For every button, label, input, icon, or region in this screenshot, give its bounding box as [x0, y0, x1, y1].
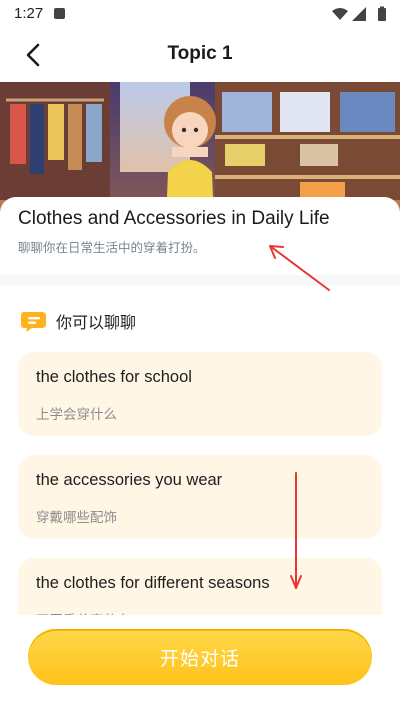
start-conversation-button[interactable]: 开始对话: [28, 629, 372, 685]
suggestions-header: 你可以聊聊: [20, 308, 136, 334]
status-icons: [332, 6, 386, 21]
suggestion-card[interactable]: the accessories you wear 穿戴哪些配饰: [18, 455, 382, 539]
app-header: Topic 1: [0, 28, 400, 82]
status-time: 1:27: [14, 5, 44, 22]
suggestion-english: the clothes for different seasons: [36, 574, 270, 592]
chat-bubble-icon: [21, 312, 46, 332]
suggestion-chinese: 上学会穿什么: [36, 407, 117, 423]
suggestion-chinese: 穿戴哪些配饰: [36, 510, 117, 526]
signal-icon: [352, 7, 366, 21]
bottom-action-bar: 开始对话: [0, 615, 400, 712]
wifi-icon: [332, 8, 348, 20]
suggestion-english: the clothes for school: [36, 368, 192, 386]
suggestion-english: the accessories you wear: [36, 471, 223, 489]
status-bar: 1:27: [0, 0, 400, 28]
page-title: Topic 1: [167, 43, 233, 64]
suggestion-card[interactable]: the clothes for school 上学会穿什么: [18, 352, 382, 436]
section-label: 你可以聊聊: [56, 313, 137, 332]
battery-icon: [378, 8, 386, 21]
topic-title: Clothes and Accessories in Daily Life: [18, 208, 330, 229]
start-conversation-label: 开始对话: [159, 647, 240, 670]
topic-subtitle: 聊聊你在日常生活中的穿着打扮。: [18, 240, 206, 255]
section-divider: [0, 275, 400, 285]
topic-card: Clothes and Accessories in Daily Life 聊聊…: [0, 197, 400, 275]
notification-a-icon: [54, 8, 65, 19]
